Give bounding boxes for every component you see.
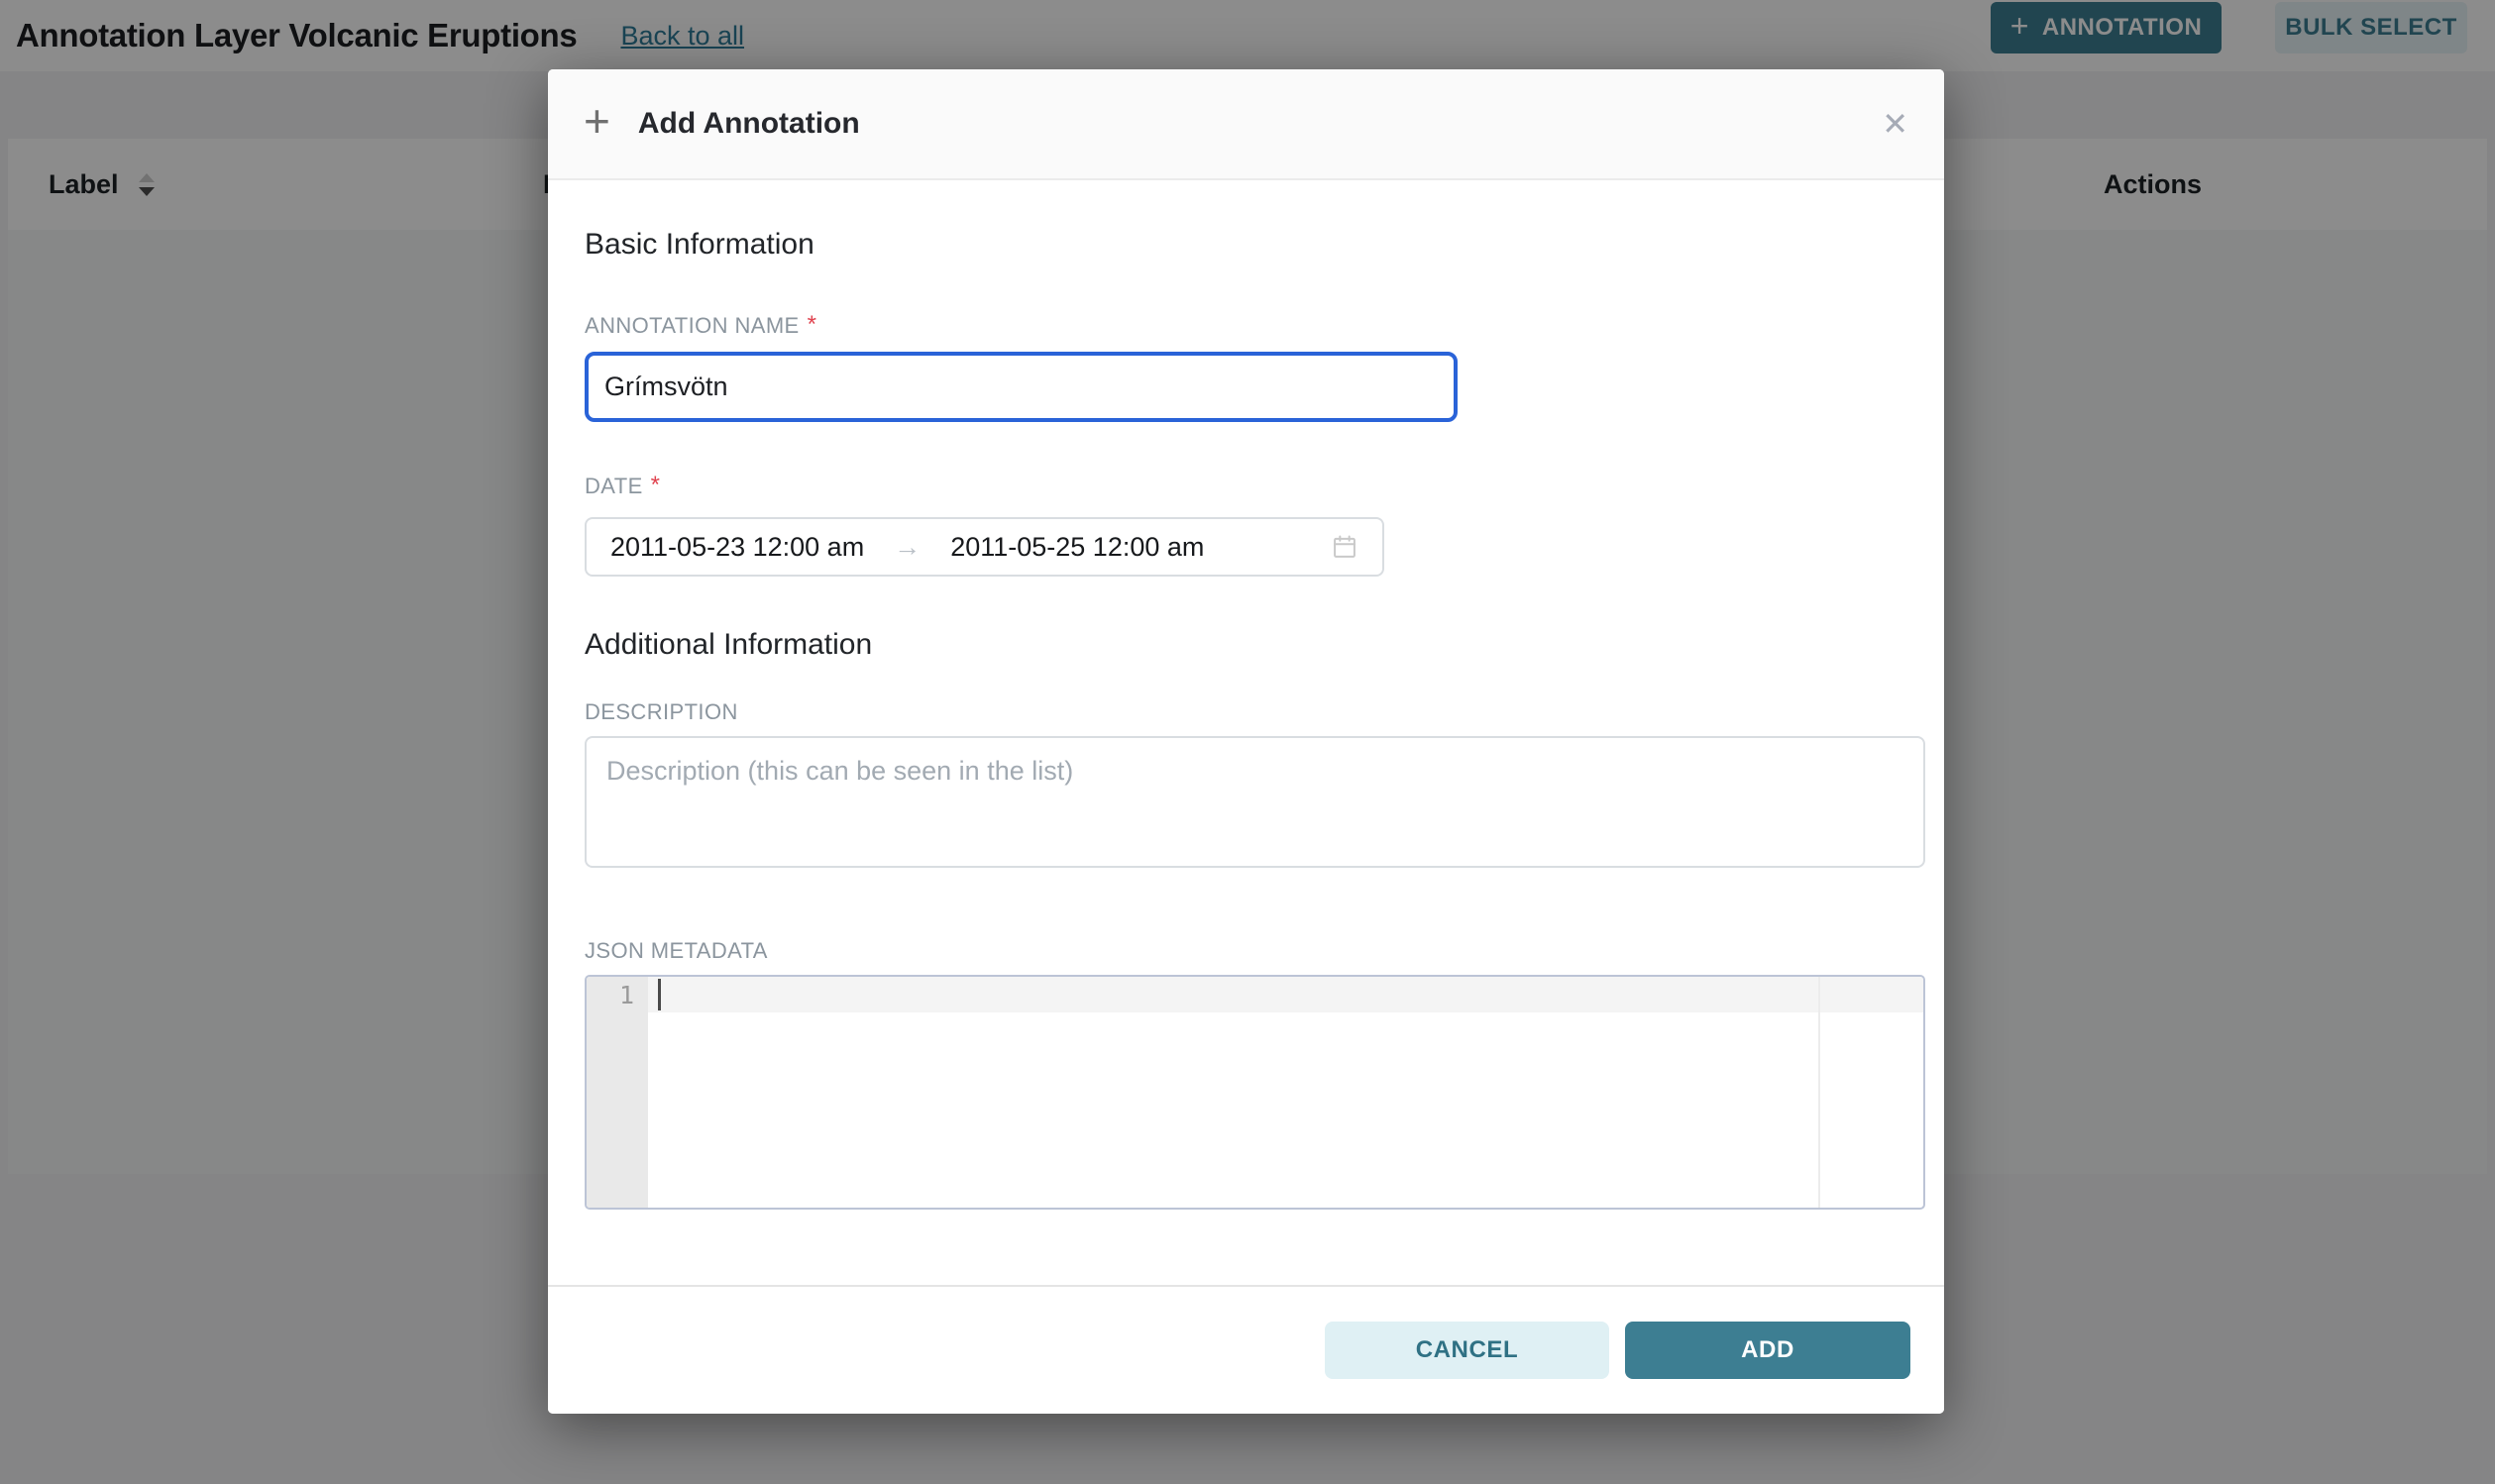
add-annotation-modal: + Add Annotation ✕ Basic Information ANN… [548, 69, 1944, 1414]
basic-information-heading: Basic Information [585, 228, 814, 262]
editor-cursor [658, 979, 661, 1010]
calendar-icon [1331, 533, 1358, 561]
screen: Annotation Layer Volcanic Eruptions Back… [0, 0, 2495, 1484]
required-asterisk: * [808, 313, 817, 337]
close-icon[interactable]: ✕ [1882, 108, 1908, 140]
date-range-start[interactable]: 2011-05-23 12:00 am [610, 532, 864, 563]
editor-active-line [587, 977, 1923, 1012]
additional-information-heading: Additional Information [585, 628, 872, 662]
annotation-name-input[interactable] [585, 352, 1458, 422]
modal-title: Add Annotation [638, 107, 860, 141]
plus-icon: + [584, 98, 610, 144]
editor-gutter: 1 [587, 977, 648, 1208]
description-textarea[interactable] [585, 736, 1925, 868]
modal-footer: CANCEL ADD [548, 1285, 1944, 1414]
cancel-button[interactable]: CANCEL [1325, 1322, 1609, 1379]
editor-print-margin [1818, 977, 1820, 1208]
description-label: DESCRIPTION [585, 699, 738, 725]
date-range-end[interactable]: 2011-05-25 12:00 am [950, 532, 1204, 563]
add-button[interactable]: ADD [1625, 1322, 1910, 1379]
json-metadata-editor[interactable]: 1 [585, 975, 1925, 1210]
modal-header: + Add Annotation ✕ [548, 69, 1944, 180]
date-range-picker[interactable]: 2011-05-23 12:00 am → 2011-05-25 12:00 a… [585, 517, 1384, 577]
required-asterisk: * [651, 474, 661, 497]
range-arrow-icon: → [894, 532, 921, 563]
editor-line-number: 1 [587, 977, 648, 1012]
annotation-name-label: ANNOTATION NAME * [585, 313, 816, 339]
json-metadata-label: JSON METADATA [585, 938, 768, 964]
date-label: DATE * [585, 474, 660, 499]
